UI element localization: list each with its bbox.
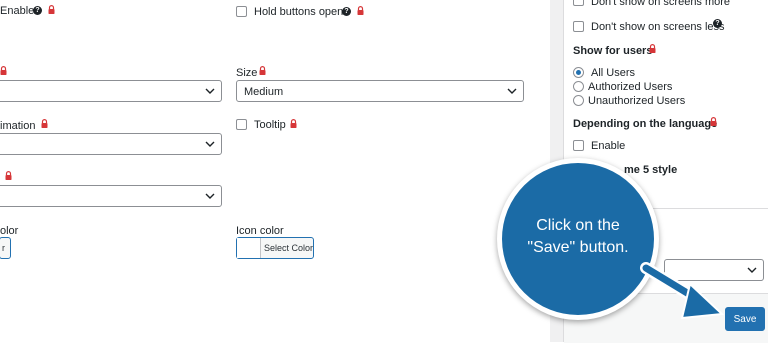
chevron-down-icon [507, 88, 517, 94]
chevron-down-icon [747, 267, 757, 273]
hold-buttons-open-label: Hold buttons open [254, 6, 344, 18]
radio-all-users[interactable] [573, 67, 584, 78]
help-icon[interactable]: ? [33, 6, 42, 15]
tooltip-label: Tooltip [254, 119, 286, 131]
size-select-value: Medium [244, 86, 284, 98]
show-for-users-heading: Show for users [573, 45, 653, 57]
dont-show-more-checkbox[interactable] [573, 0, 584, 6]
callout-line-1: Click on the [536, 217, 620, 234]
chevron-down-icon [205, 141, 215, 147]
dont-show-more-label: Don't show on screens more [591, 0, 731, 8]
lock-icon [259, 66, 266, 75]
position-select[interactable] [0, 80, 222, 102]
tooltip-checkbox[interactable] [236, 119, 247, 130]
lock-icon [290, 119, 297, 128]
animation-select[interactable] [0, 133, 222, 155]
radio-all-users-label: All Users [591, 67, 636, 79]
style-heading-partial: me 5 style [624, 164, 678, 176]
callout-arrow-icon [640, 262, 725, 320]
radio-unauthorized-users[interactable] [573, 95, 584, 106]
callout-line-2: "Save" button. [527, 239, 629, 256]
chevron-down-icon [205, 88, 215, 94]
style-select[interactable] [0, 185, 222, 207]
color-select-button[interactable]: r [0, 237, 11, 259]
lock-icon [5, 171, 12, 180]
lock-icon [41, 119, 48, 128]
callout-text: Click on the "Save" button. [502, 215, 654, 259]
dont-show-less-label: Don't show on screens less [591, 21, 725, 33]
dont-show-less-checkbox[interactable] [573, 21, 584, 32]
help-icon[interactable]: ? [713, 19, 722, 28]
icon-color-select-button[interactable]: Select Color [236, 237, 314, 259]
lock-icon [357, 6, 364, 15]
lock-icon [48, 5, 55, 14]
radio-authorized-users[interactable] [573, 81, 584, 92]
chevron-down-icon [205, 193, 215, 199]
tutorial-callout: Click on the "Save" button. [497, 158, 659, 320]
color-swatch [237, 238, 261, 258]
radio-unauthorized-users-label: Unauthorized Users [588, 95, 686, 107]
language-enable-label: Enable [591, 140, 626, 152]
enable-label: Enable [0, 5, 35, 17]
lock-icon [649, 44, 656, 53]
color-label: olor [0, 225, 19, 237]
size-label: Size [236, 67, 258, 79]
language-heading: Depending on the language [573, 118, 718, 130]
hold-buttons-open-checkbox[interactable] [236, 6, 247, 17]
lock-icon [0, 66, 7, 75]
help-icon[interactable]: ? [342, 7, 351, 16]
color-select-button-label: r [2, 243, 5, 253]
radio-authorized-users-label: Authorized Users [588, 81, 673, 93]
icon-color-button-label: Select Color [264, 243, 314, 253]
language-enable-checkbox[interactable] [573, 140, 584, 151]
icon-color-label: Icon color [236, 225, 284, 237]
lock-icon [710, 117, 717, 126]
size-select[interactable]: Medium [236, 80, 524, 102]
animation-label: imation [0, 120, 36, 132]
